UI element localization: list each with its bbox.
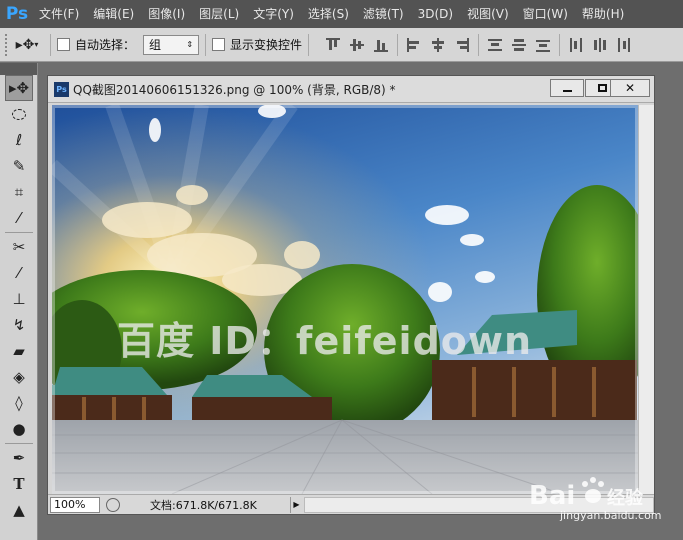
dodge-tool-icon[interactable]: ● [5, 416, 33, 442]
maximize-icon [597, 84, 607, 92]
align-top-icon[interactable] [325, 37, 341, 53]
document-size-info: 文档:671.8K/671.8K [150, 498, 257, 512]
menu-type[interactable]: 文字(Y) [246, 0, 301, 28]
status-menu-arrow-icon[interactable]: ▶ [290, 496, 302, 513]
distribute-top-icon[interactable] [487, 37, 503, 53]
watermark-overlay-text: 百度 ID：feifeidown [117, 319, 533, 363]
path-select-tool-icon[interactable]: ▲ [5, 497, 33, 523]
options-separator [308, 33, 310, 56]
distribute-bottom-icon[interactable] [535, 37, 551, 53]
document-window: Ps QQ截图20140606151326.png @ 100% (背景, RG… [47, 75, 655, 515]
photoshop-logo-icon: Ps [5, 4, 29, 24]
align-left-icon[interactable] [406, 37, 422, 53]
chevron-down-icon: ▾ [34, 40, 39, 49]
healing-brush-tool-icon[interactable]: ✂ [5, 234, 33, 260]
close-icon: ✕ [624, 81, 636, 95]
menu-view[interactable]: 视图(V) [460, 0, 516, 28]
menu-layer[interactable]: 图层(L) [192, 0, 246, 28]
align-right-icon[interactable] [454, 37, 470, 53]
tools-separator [5, 443, 33, 444]
menu-3d[interactable]: 3D(D) [411, 0, 460, 28]
blur-tool-icon[interactable]: ◊ [5, 390, 33, 416]
options-separator [50, 33, 51, 56]
auto-select-checkbox[interactable] [57, 38, 70, 51]
move-tool-icon[interactable]: ▸✥ [5, 75, 33, 101]
close-button[interactable]: ✕ [610, 79, 650, 97]
canvas-image [52, 105, 638, 494]
menu-image[interactable]: 图像(I) [141, 0, 192, 28]
brush-tool-icon[interactable]: ⁄ [5, 260, 33, 286]
tools-separator [5, 232, 33, 233]
vertical-scrollbar[interactable] [638, 105, 654, 494]
updown-arrows-icon: ⇕ [186, 40, 194, 49]
eraser-tool-icon[interactable]: ▰ [5, 338, 33, 364]
options-separator [559, 33, 561, 56]
align-hcenter-icon[interactable] [430, 37, 446, 53]
distribute-vcenter-icon[interactable] [511, 37, 527, 53]
document-titlebar[interactable]: Ps QQ截图20140606151326.png @ 100% (背景, RG… [48, 76, 654, 103]
status-clock-icon[interactable] [106, 497, 120, 512]
document-ps-icon: Ps [54, 81, 69, 97]
pen-tool-icon[interactable]: ✒ [5, 445, 33, 471]
minimize-icon [562, 89, 572, 92]
show-transform-label: 显示变换控件 [230, 38, 303, 52]
menu-file[interactable]: 文件(F) [32, 0, 86, 28]
distribute-right-icon[interactable] [616, 37, 632, 53]
quick-select-tool-icon[interactable]: ✎ [5, 153, 33, 179]
auto-select-label: 自动选择： [75, 38, 136, 52]
distribute-left-icon[interactable] [568, 37, 584, 53]
tool-preset-picker[interactable]: ▸✥ ▾ [10, 33, 44, 57]
align-icon-group [321, 33, 636, 56]
show-transform-checkbox[interactable] [212, 38, 226, 51]
menu-filter[interactable]: 滤镜(T) [356, 0, 411, 28]
tools-panel: ▸✥ ℓ ✎ ⌗ ⁄ ✂ ⁄ ⊥ ↯ ▰ ◈ ◊ ● ✒ T ▲ [0, 63, 38, 540]
move-tool-icon: ▸✥ [15, 36, 35, 53]
align-vcenter-icon[interactable] [349, 37, 365, 53]
tools-panel-header[interactable] [0, 63, 37, 75]
type-tool-icon[interactable]: T [5, 471, 33, 497]
menu-edit[interactable]: 编辑(E) [86, 0, 141, 28]
paint-bucket-tool-icon[interactable]: ◈ [5, 364, 33, 390]
marquee-tool-icon[interactable] [5, 101, 33, 127]
history-brush-tool-icon[interactable]: ↯ [5, 312, 33, 338]
menu-window[interactable]: 窗口(W) [516, 0, 575, 28]
distribute-hcenter-icon[interactable] [592, 37, 608, 53]
crop-tool-icon[interactable]: ⌗ [5, 179, 33, 205]
lasso-tool-icon[interactable]: ℓ [5, 127, 33, 153]
options-separator [397, 33, 399, 56]
document-title: QQ截图20140606151326.png @ 100% (背景, RGB/8… [73, 82, 396, 97]
align-bottom-icon[interactable] [373, 37, 389, 53]
options-separator [205, 33, 207, 56]
menu-help[interactable]: 帮助(H) [575, 0, 631, 28]
zoom-input[interactable]: 100% [50, 496, 100, 513]
baidu-jingyan-text: 经验 [607, 487, 644, 509]
options-bar: ▸✥ ▾ 自动选择： 组 ⇕ 显示变换控件 [0, 28, 683, 62]
auto-select-value: 组 [149, 38, 162, 52]
minimize-button[interactable] [550, 79, 584, 97]
menu-bar: Ps 文件(F) 编辑(E) 图像(I) 图层(L) 文字(Y) 选择(S) 滤… [0, 0, 683, 28]
eyedropper-tool-icon[interactable]: ⁄ [5, 205, 33, 231]
baidu-watermark-url: jingyan.baidu.com [560, 509, 662, 522]
clone-stamp-tool-icon[interactable]: ⊥ [5, 286, 33, 312]
document-canvas[interactable]: 百度 ID：feifeidown [52, 105, 638, 494]
baidu-brand-text: Bai [529, 481, 575, 511]
options-separator [478, 33, 480, 56]
auto-select-dropdown[interactable]: 组 ⇕ [143, 34, 200, 55]
menu-select[interactable]: 选择(S) [301, 0, 356, 28]
